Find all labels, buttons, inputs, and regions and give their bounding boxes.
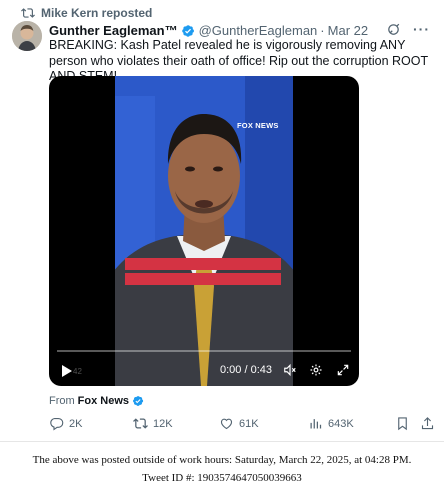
repost-icon xyxy=(133,418,148,429)
settings-gear-icon[interactable] xyxy=(309,363,323,377)
divider xyxy=(0,441,444,442)
views-button[interactable]: 643K xyxy=(308,416,354,431)
source-prefix: From xyxy=(49,395,75,407)
more-options-icon[interactable]: ··· xyxy=(413,22,430,37)
repost-count: 12K xyxy=(153,417,173,430)
repost-label: Mike Kern reposted xyxy=(41,6,153,20)
tweet-action-bar: 2K 12K 61K 643K xyxy=(49,416,439,432)
video-frame[interactable]: FOX NEWS xyxy=(115,76,293,386)
faint-overlay-number: 42 xyxy=(73,367,82,376)
author-handle[interactable]: @GuntherEagleman xyxy=(199,23,318,38)
reply-count: 2K xyxy=(69,417,83,430)
grok-icon[interactable] xyxy=(386,22,401,37)
verified-badge-icon xyxy=(181,24,194,37)
like-count: 61K xyxy=(239,417,259,430)
repost-indicator[interactable]: Mike Kern reposted xyxy=(21,5,152,21)
footer-note: The above was posted outside of work hou… xyxy=(0,451,444,487)
source-attribution[interactable]: From Fox News xyxy=(49,395,144,407)
caption-banner-top xyxy=(125,258,281,270)
caption-banner-bottom xyxy=(125,273,281,285)
video-player[interactable]: FOX NEWS 42 0:00 / 0:43 xyxy=(49,76,359,386)
play-icon[interactable] xyxy=(61,365,73,377)
reply-button[interactable]: 2K xyxy=(49,416,82,431)
video-progress-bar[interactable] xyxy=(57,350,351,352)
view-count: 643K xyxy=(328,417,354,430)
verified-badge-icon xyxy=(133,396,144,406)
bookmark-icon[interactable] xyxy=(395,416,410,431)
like-button[interactable]: 61K xyxy=(219,416,259,431)
avatar[interactable] xyxy=(12,21,42,51)
footer-line-2: Tweet ID #: 1903574647050039663 xyxy=(142,472,302,484)
tweet-date[interactable]: Mar 22 xyxy=(328,23,368,38)
author-name[interactable]: Gunther Eagleman™ xyxy=(49,23,178,38)
source-name[interactable]: Fox News xyxy=(78,395,129,407)
mute-icon[interactable] xyxy=(283,363,297,377)
repost-button[interactable]: 12K xyxy=(133,416,173,431)
share-icon[interactable] xyxy=(420,416,435,431)
tweet-header: Gunther Eagleman™ @GuntherEagleman · Mar… xyxy=(49,22,432,39)
reply-icon xyxy=(50,417,64,431)
heart-icon xyxy=(220,418,233,430)
fox-news-logo: FOX NEWS xyxy=(237,121,279,130)
views-chart-icon xyxy=(310,419,322,429)
repost-icon xyxy=(21,8,35,18)
separator-dot: · xyxy=(320,23,325,38)
fullscreen-icon[interactable] xyxy=(336,363,350,377)
footer-line-1: The above was posted outside of work hou… xyxy=(32,454,412,466)
video-timestamp: 0:00 / 0:43 xyxy=(220,364,272,376)
